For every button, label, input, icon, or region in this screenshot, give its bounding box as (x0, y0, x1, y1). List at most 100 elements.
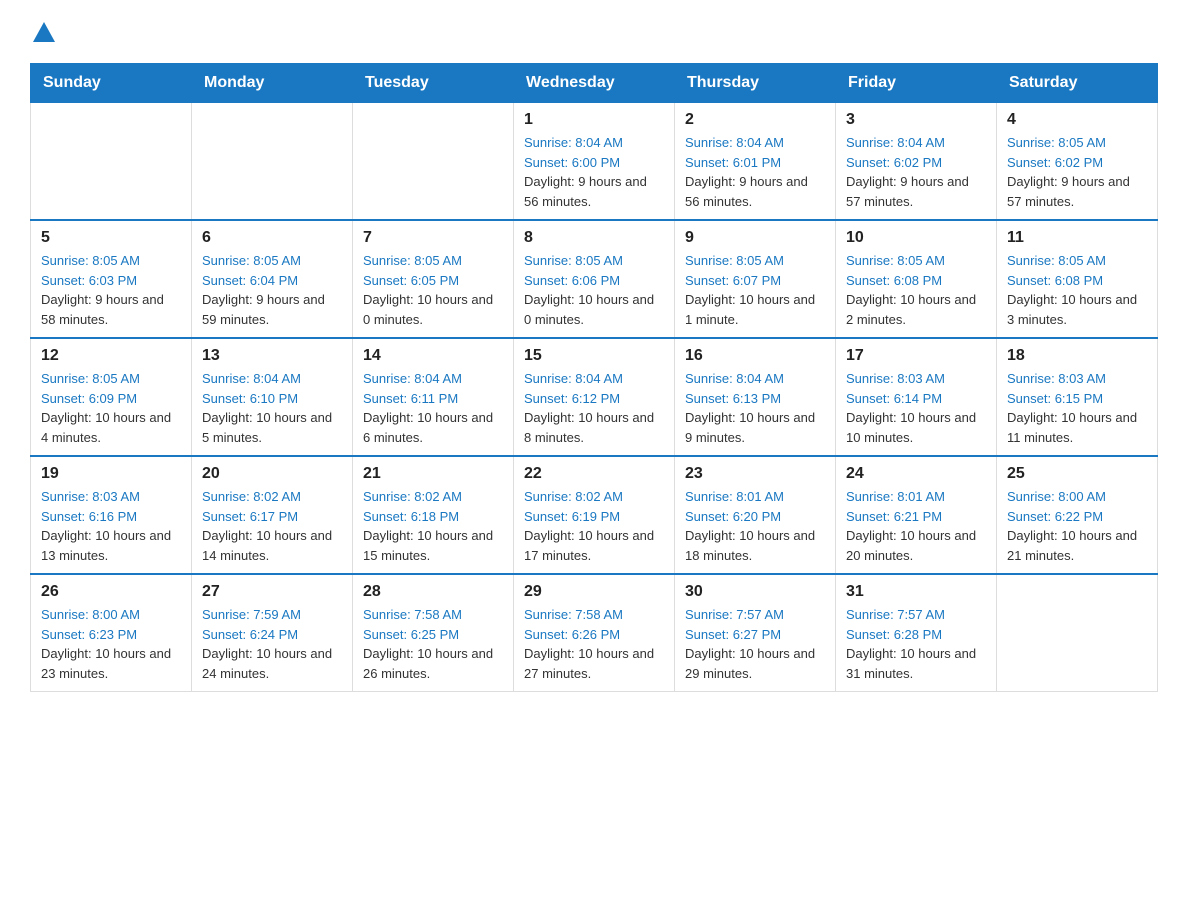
calendar-table: SundayMondayTuesdayWednesdayThursdayFrid… (30, 63, 1158, 692)
daylight-text: Daylight: 10 hours and 8 minutes. (524, 410, 654, 445)
day-number: 11 (1007, 229, 1147, 247)
calendar-cell: 18Sunrise: 8:03 AMSunset: 6:15 PMDayligh… (997, 338, 1158, 456)
calendar-cell: 16Sunrise: 8:04 AMSunset: 6:13 PMDayligh… (675, 338, 836, 456)
sunrise-text: Sunrise: 8:05 AM (363, 253, 462, 268)
sunset-text: Sunset: 6:08 PM (1007, 273, 1103, 288)
day-number: 23 (685, 465, 825, 483)
sunrise-text: Sunrise: 8:04 AM (846, 135, 945, 150)
sunset-text: Sunset: 6:00 PM (524, 155, 620, 170)
sunrise-text: Sunrise: 8:04 AM (685, 135, 784, 150)
daylight-text: Daylight: 10 hours and 4 minutes. (41, 410, 171, 445)
day-info: Sunrise: 8:03 AMSunset: 6:16 PMDaylight:… (41, 487, 181, 565)
daylight-text: Daylight: 10 hours and 2 minutes. (846, 292, 976, 327)
daylight-text: Daylight: 10 hours and 14 minutes. (202, 528, 332, 563)
daylight-text: Daylight: 10 hours and 0 minutes. (524, 292, 654, 327)
column-header-saturday: Saturday (997, 64, 1158, 103)
sunrise-text: Sunrise: 7:58 AM (524, 607, 623, 622)
day-number: 3 (846, 111, 986, 129)
daylight-text: Daylight: 10 hours and 23 minutes. (41, 646, 171, 681)
calendar-cell: 12Sunrise: 8:05 AMSunset: 6:09 PMDayligh… (31, 338, 192, 456)
calendar-cell: 23Sunrise: 8:01 AMSunset: 6:20 PMDayligh… (675, 456, 836, 574)
day-info: Sunrise: 8:05 AM Sunset: 6:08 PM Daylight:… (1007, 251, 1147, 329)
column-header-friday: Friday (836, 64, 997, 103)
day-number: 16 (685, 347, 825, 365)
sunrise-text: Sunrise: 8:04 AM (363, 371, 462, 386)
sunset-text: Sunset: 6:22 PM (1007, 509, 1103, 524)
daylight-text: Daylight: 9 hours and 58 minutes. (41, 292, 164, 327)
sunrise-text: Sunrise: 8:01 AM (685, 489, 784, 504)
day-info: Sunrise: 8:02 AMSunset: 6:17 PMDaylight:… (202, 487, 342, 565)
sunrise-text: Sunrise: 8:04 AM (685, 371, 784, 386)
day-number: 25 (1007, 465, 1147, 483)
calendar-cell: 20Sunrise: 8:02 AMSunset: 6:17 PMDayligh… (192, 456, 353, 574)
logo-triangle-icon (33, 22, 55, 42)
day-number: 9 (685, 229, 825, 247)
daylight-text: Daylight: 10 hours and 1 minute. (685, 292, 815, 327)
sunset-text: Sunset: 6:07 PM (685, 273, 781, 288)
sunset-text: Sunset: 6:15 PM (1007, 391, 1103, 406)
sunset-text: Sunset: 6:12 PM (524, 391, 620, 406)
sunrise-text: Sunrise: 8:02 AM (202, 489, 301, 504)
sunrise-text: Sunrise: 7:59 AM (202, 607, 301, 622)
day-number: 13 (202, 347, 342, 365)
daylight-text: Daylight: 10 hours and 6 minutes. (363, 410, 493, 445)
day-info: Sunrise: 8:01 AMSunset: 6:20 PMDaylight:… (685, 487, 825, 565)
sunset-text: Sunset: 6:01 PM (685, 155, 781, 170)
day-info: Sunrise: 8:05 AMSunset: 6:02 PMDaylight:… (1007, 133, 1147, 211)
day-number: 6 (202, 229, 342, 247)
sunrise-text: Sunrise: 8:04 AM (524, 135, 623, 150)
day-info: Sunrise: 8:05 AMSunset: 6:05 PMDaylight:… (363, 251, 503, 329)
sunset-text: Sunset: 6:11 PM (363, 391, 458, 406)
sunrise-text: Sunrise: 8:05 AM (846, 253, 945, 268)
daylight-text: Daylight: 10 hours and 31 minutes. (846, 646, 976, 681)
sunrise-text: Sunrise: 8:01 AM (846, 489, 945, 504)
sunset-text: Sunset: 6:20 PM (685, 509, 781, 524)
calendar-week-row: 5Sunrise: 8:05 AMSunset: 6:03 PMDaylight… (31, 220, 1158, 338)
sunset-text: Sunset: 6:02 PM (846, 155, 942, 170)
sunrise-text: Sunrise: 8:04 AM (524, 371, 623, 386)
daylight-text: Daylight: 10 hours and 27 minutes. (524, 646, 654, 681)
day-number: 18 (1007, 347, 1147, 365)
daylight-text: Daylight: 9 hours and 57 minutes. (846, 174, 969, 209)
daylight-text: Daylight: 10 hours and 3 minutes. (1007, 292, 1137, 327)
calendar-cell: 5Sunrise: 8:05 AMSunset: 6:03 PMDaylight… (31, 220, 192, 338)
calendar-cell: 31Sunrise: 7:57 AMSunset: 6:28 PMDayligh… (836, 574, 997, 692)
calendar-cell: 28Sunrise: 7:58 AMSunset: 6:25 PMDayligh… (353, 574, 514, 692)
day-number: 1 (524, 111, 664, 129)
calendar-cell: 24Sunrise: 8:01 AMSunset: 6:21 PMDayligh… (836, 456, 997, 574)
calendar-cell: 9Sunrise: 8:05 AMSunset: 6:07 PMDaylight… (675, 220, 836, 338)
day-info: Sunrise: 7:58 AMSunset: 6:25 PMDaylight:… (363, 605, 503, 683)
calendar-header-row: SundayMondayTuesdayWednesdayThursdayFrid… (31, 64, 1158, 103)
day-number: 15 (524, 347, 664, 365)
calendar-cell: 2Sunrise: 8:04 AMSunset: 6:01 PMDaylight… (675, 103, 836, 221)
calendar-cell: 27 Sunrise: 7:59 AMSunset: 6:24 PMDayligh… (192, 574, 353, 692)
sunrise-text: Sunrise: 8:04 AM (202, 371, 301, 386)
day-info: Sunrise: 8:05 AMSunset: 6:04 PMDaylight:… (202, 251, 342, 329)
daylight-text: Daylight: 10 hours and 13 minutes. (41, 528, 171, 563)
sunset-text: Sunset: 6:19 PM (524, 509, 620, 524)
sunset-text: Sunset: 6:28 PM (846, 627, 942, 642)
day-number: 10 (846, 229, 986, 247)
day-number: 27 (202, 583, 342, 601)
daylight-text: Daylight: 10 hours and 15 minutes. (363, 528, 493, 563)
calendar-cell: 25Sunrise: 8:00 AMSunset: 6:22 PMDayligh… (997, 456, 1158, 574)
day-number: 19 (41, 465, 181, 483)
day-info: Sunrise: 7:59 AMSunset: 6:24 PMDaylight:… (202, 605, 342, 683)
sunset-text: Sunset: 6:16 PM (41, 509, 137, 524)
daylight-text: Daylight: 10 hours and 9 minutes. (685, 410, 815, 445)
sunset-text: Sunset: 6:25 PM (363, 627, 459, 642)
sunset-text: Sunset: 6:04 PM (202, 273, 298, 288)
calendar-cell: 29Sunrise: 7:58 AMSunset: 6:26 PMDayligh… (514, 574, 675, 692)
day-number: 7 (363, 229, 503, 247)
calendar-cell: 14Sunrise: 8:04 AMSunset: 6:11 PMDayligh… (353, 338, 514, 456)
sunrise-text: Sunrise: 8:00 AM (1007, 489, 1106, 504)
calendar-cell: 8Sunrise: 8:05 AMSunset: 6:06 PMDaylight… (514, 220, 675, 338)
day-info: Sunrise: 8:04 AM Sunset: 6:01 PM Daylight:… (685, 133, 825, 211)
day-number: 21 (363, 465, 503, 483)
sunset-text: Sunset: 6:10 PM (202, 391, 298, 406)
calendar-week-row: 12Sunrise: 8:05 AMSunset: 6:09 PMDayligh… (31, 338, 1158, 456)
calendar-cell (997, 574, 1158, 692)
daylight-text: Daylight: 9 hours and 56 minutes. (685, 174, 808, 209)
sunrise-text: Sunrise: 8:05 AM (1007, 253, 1106, 268)
calendar-cell: 15 Sunrise: 8:04 AM Sunset: 6:12 PM Dayligh… (514, 338, 675, 456)
